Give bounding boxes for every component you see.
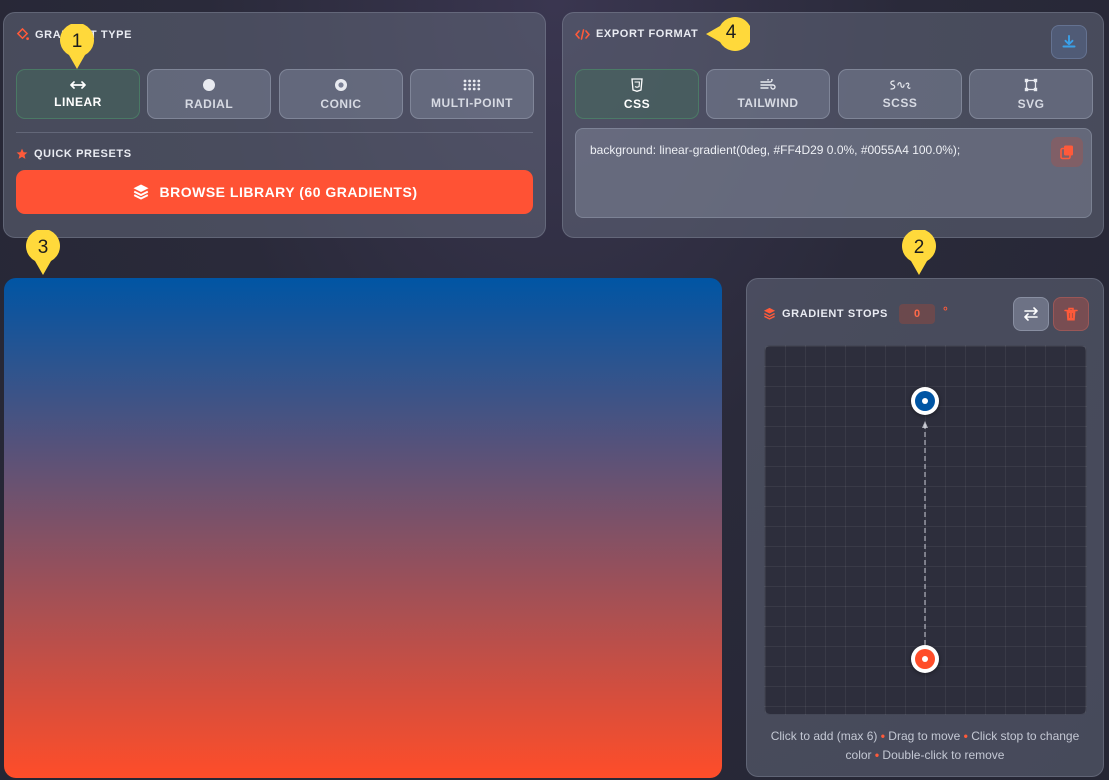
download-icon: [1062, 35, 1076, 48]
gradient-preview[interactable]: [4, 278, 722, 778]
browse-library-button[interactable]: BROWSE LIBRARY (60 GRADIENTS): [16, 170, 533, 214]
annotation-badge-2: 2: [900, 229, 938, 275]
stop-handle-start[interactable]: [911, 645, 939, 673]
delete-stop-button[interactable]: [1053, 297, 1089, 331]
trash-icon: [1064, 307, 1078, 320]
type-conic-label: CONIC: [320, 96, 362, 111]
format-css-button[interactable]: CSS: [575, 69, 699, 119]
type-linear-button[interactable]: LINEAR: [16, 69, 140, 119]
export-format-label: EXPORT FORMAT: [596, 28, 699, 40]
angle-value: 0: [913, 308, 921, 320]
stops-canvas[interactable]: [764, 345, 1087, 715]
export-format-heading: EXPORT FORMAT: [575, 28, 698, 40]
arrows-horizontal-icon: [70, 80, 86, 89]
panel-divider: [16, 132, 533, 133]
format-tailwind-button[interactable]: TAILWIND: [706, 69, 830, 119]
code-output[interactable]: background: linear-gradient(0deg, #FF4D2…: [575, 128, 1092, 218]
circle-icon: [203, 78, 215, 91]
angle-input[interactable]: 0: [899, 304, 935, 324]
type-linear-label: LINEAR: [54, 94, 102, 109]
star-icon: [16, 148, 28, 159]
annotation-badge-3: 3: [24, 229, 62, 275]
export-format-panel: EXPORT FORMAT CSS TAILWIND SCSS SVG back…: [562, 12, 1104, 238]
stop-end-swatch: [915, 391, 935, 411]
vector-square-icon: [1024, 78, 1038, 91]
swap-stops-button[interactable]: [1013, 297, 1049, 331]
format-tailwind-label: TAILWIND: [737, 95, 799, 110]
stop-handle-end[interactable]: [911, 387, 939, 415]
sass-icon: [890, 79, 911, 90]
type-multi-point-label: MULTI-POINT: [431, 95, 513, 110]
copy-button[interactable]: [1051, 137, 1083, 167]
annotation-badge-1: 1: [58, 23, 96, 69]
type-multi-point-button[interactable]: MULTI-POINT: [410, 69, 534, 119]
type-radial-button[interactable]: RADIAL: [147, 69, 271, 119]
angle-unit: °: [943, 304, 948, 318]
browse-library-label: BROWSE LIBRARY (60 GRADIENTS): [159, 184, 418, 200]
stops-help-text: Click to add (max 6) • Drag to move • Cl…: [770, 729, 1080, 762]
format-css-label: CSS: [623, 96, 651, 111]
swap-icon: [1024, 307, 1038, 321]
dot-grid-icon: [463, 79, 481, 90]
css-icon: [631, 77, 643, 92]
layers-icon: [763, 307, 776, 320]
code-icon: [575, 28, 590, 40]
gradient-stops-heading: GRADIENT STOPS: [763, 307, 888, 320]
format-svg-button[interactable]: SVG: [969, 69, 1093, 119]
layers-icon: [133, 184, 149, 200]
annotation-badge-4: 4: [706, 15, 752, 57]
type-radial-label: RADIAL: [184, 96, 234, 111]
code-text: background: linear-gradient(0deg, #FF4D2…: [590, 143, 961, 157]
format-scss-label: SCSS: [882, 95, 918, 110]
conic-icon: [335, 78, 347, 91]
quick-presets-heading: QUICK PRESETS: [16, 148, 132, 160]
stop-start-swatch: [915, 649, 935, 669]
gradient-stops-label: GRADIENT STOPS: [782, 307, 888, 320]
copy-icon: [1060, 145, 1073, 160]
paint-bucket-icon: [16, 28, 29, 41]
download-button[interactable]: [1051, 25, 1087, 59]
format-svg-label: SVG: [1017, 96, 1045, 111]
quick-presets-label: QUICK PRESETS: [34, 148, 132, 160]
gradient-stops-panel: GRADIENT STOPS 0 ° Click to add (max 6) …: [746, 278, 1104, 777]
wind-icon: [760, 78, 776, 90]
type-conic-button[interactable]: CONIC: [279, 69, 403, 119]
format-scss-button[interactable]: SCSS: [838, 69, 962, 119]
